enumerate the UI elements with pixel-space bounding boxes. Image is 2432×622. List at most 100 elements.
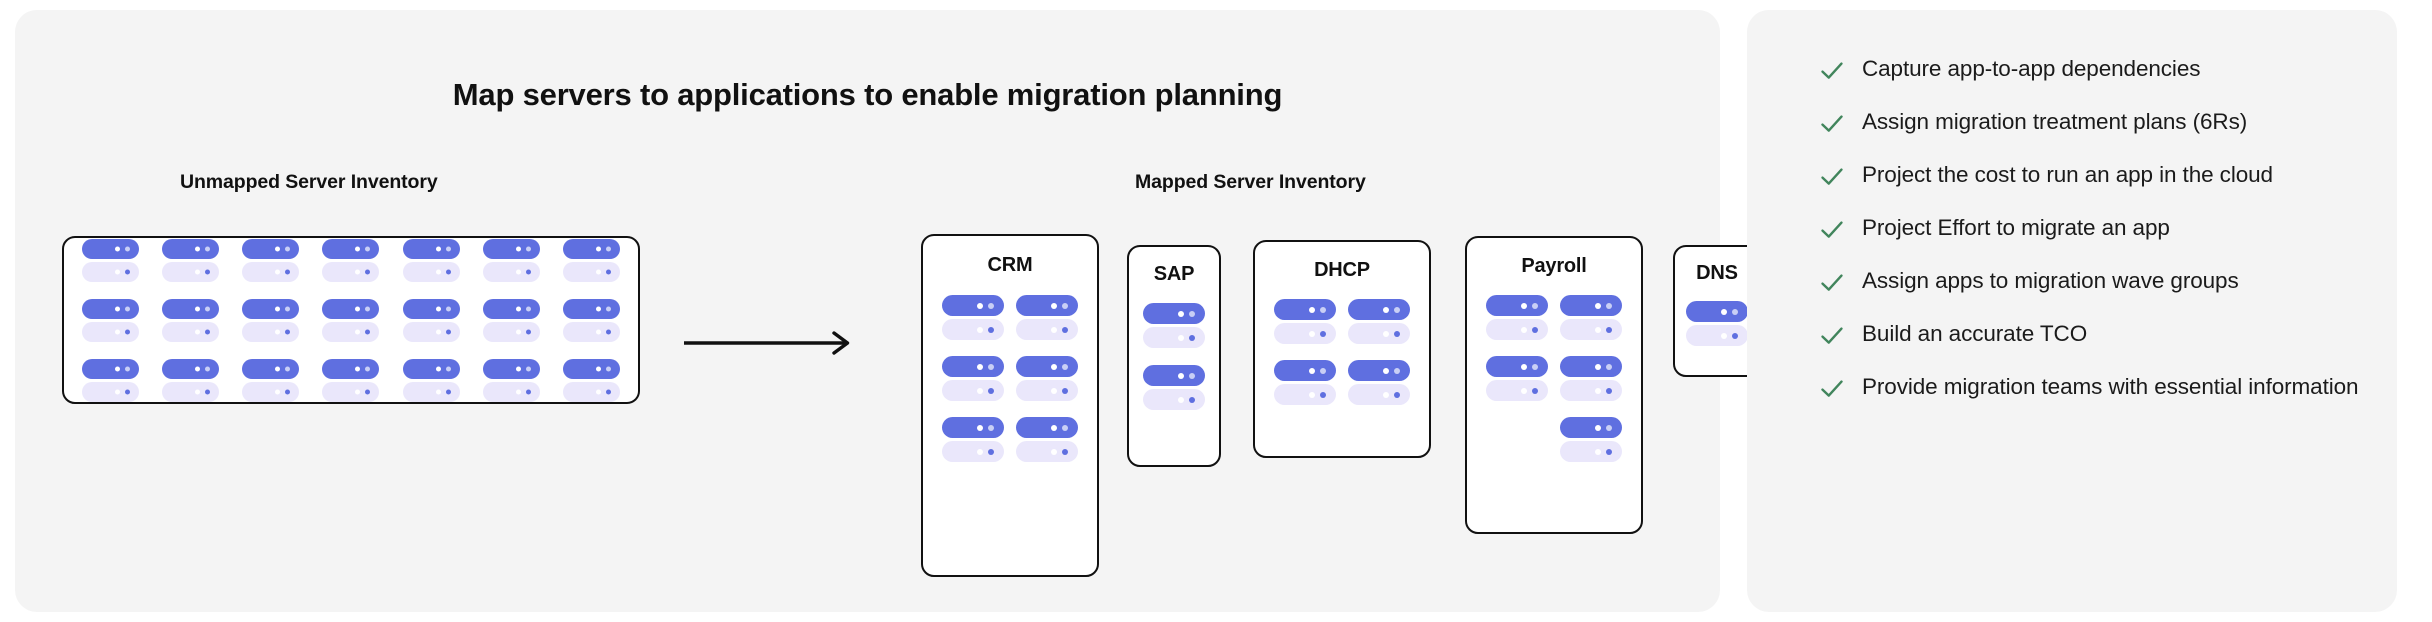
- app-card-dhcp[interactable]: DHCP: [1253, 240, 1431, 458]
- server-bar-secondary: [1143, 389, 1205, 410]
- server-bar-primary: [942, 295, 1004, 316]
- server-icon: [1143, 365, 1205, 410]
- server-bar-primary: [1560, 295, 1622, 316]
- server-bar-secondary: [322, 321, 380, 342]
- app-server-row: [1143, 303, 1205, 348]
- server-icon: [402, 298, 460, 342]
- page-title: Map servers to applications to enable mi…: [452, 76, 1283, 112]
- server-bar-primary: [1143, 303, 1205, 324]
- unmapped-server-row: [82, 358, 620, 402]
- checklist-item-label: Assign apps to migration wave groups: [1862, 267, 2239, 293]
- unmapped-server-inventory-box: [62, 236, 640, 404]
- server-icon: [1143, 303, 1205, 348]
- server-bar-primary: [562, 358, 620, 379]
- server-icon: [322, 238, 380, 282]
- app-card-title: SAP: [1153, 263, 1195, 285]
- server-bar-primary: [1486, 295, 1548, 316]
- mapped-inventory-label: Mapped Server Inventory: [1135, 171, 1366, 193]
- server-bar-secondary: [562, 321, 620, 342]
- server-icon: [1486, 295, 1548, 340]
- server-bar-primary: [82, 298, 139, 319]
- server-icon: [1560, 417, 1622, 462]
- check-icon: [1819, 58, 1845, 84]
- server-icon: [1274, 360, 1336, 405]
- server-bar-secondary: [482, 321, 540, 342]
- server-bar-primary: [1348, 299, 1410, 320]
- checklist-item: Assign apps to migration wave groups: [1819, 265, 2363, 297]
- server-icon: [1348, 360, 1410, 405]
- checklist-item-label: Assign migration treatment plans (6Rs): [1862, 108, 2248, 134]
- server-bar-secondary: [1016, 380, 1078, 401]
- checklist-item: Project the cost to run an app in the cl…: [1819, 159, 2363, 191]
- server-bar-primary: [322, 298, 380, 319]
- server-bar-secondary: [562, 261, 620, 282]
- server-icon: [402, 238, 460, 282]
- app-card-payroll[interactable]: Payroll: [1465, 236, 1643, 534]
- screenshot-root: Map servers to applications to enable mi…: [0, 0, 2432, 622]
- server-bar-secondary: [242, 261, 300, 282]
- app-card-servers: [942, 295, 1078, 462]
- server-icon: [1560, 295, 1622, 340]
- server-bar-primary: [482, 238, 540, 259]
- server-bar-primary: [1016, 356, 1078, 377]
- app-server-row: [942, 356, 1078, 401]
- server-bar-secondary: [1560, 380, 1622, 401]
- server-bar-secondary: [482, 261, 540, 282]
- server-icon: [942, 417, 1004, 462]
- server-bar-primary: [402, 358, 460, 379]
- app-server-row: [942, 295, 1078, 340]
- server-icon: [562, 238, 620, 282]
- server-icon: [82, 238, 139, 282]
- server-bar-primary: [482, 298, 540, 319]
- server-icon: [162, 358, 220, 402]
- app-card-sap[interactable]: SAP: [1127, 245, 1221, 467]
- server-bar-secondary: [1016, 319, 1078, 340]
- server-icon: [1348, 299, 1410, 344]
- server-bar-secondary: [1486, 319, 1548, 340]
- server-bar-secondary: [942, 380, 1004, 401]
- server-icon: [942, 295, 1004, 340]
- server-bar-primary: [562, 298, 620, 319]
- server-icon: [402, 358, 460, 402]
- server-bar-primary: [402, 298, 460, 319]
- app-server-row: [1274, 360, 1410, 405]
- app-card-title: DHCP: [1314, 259, 1370, 281]
- server-bar-secondary: [1348, 323, 1410, 344]
- server-bar-secondary: [322, 261, 380, 282]
- server-icon: [242, 238, 300, 282]
- server-icon: [942, 356, 1004, 401]
- server-bar-primary: [1560, 356, 1622, 377]
- server-icon: [562, 298, 620, 342]
- server-bar-secondary: [1016, 441, 1078, 462]
- server-bar-secondary: [942, 441, 1004, 462]
- server-bar-secondary: [402, 381, 460, 402]
- server-icon: [482, 238, 540, 282]
- check-icon: [1819, 217, 1845, 243]
- app-server-row: [1686, 301, 1748, 346]
- server-bar-secondary: [1274, 323, 1336, 344]
- server-bar-secondary: [82, 381, 139, 402]
- server-bar-secondary: [482, 381, 540, 402]
- checklist-item-label: Project Effort to migrate an app: [1862, 214, 2170, 240]
- server-icon: [162, 238, 220, 282]
- server-bar-primary: [162, 298, 220, 319]
- server-icon: [1016, 417, 1078, 462]
- server-bar-primary: [1016, 417, 1078, 438]
- server-bar-primary: [1486, 356, 1548, 377]
- server-bar-secondary: [1486, 380, 1548, 401]
- unmapped-server-row: [82, 298, 620, 342]
- check-icon: [1819, 270, 1845, 296]
- app-card-crm[interactable]: CRM: [921, 234, 1099, 577]
- server-bar-primary: [162, 238, 220, 259]
- server-icon: [322, 358, 380, 402]
- server-icon: [562, 358, 620, 402]
- server-bar-secondary: [1560, 441, 1622, 462]
- server-bar-secondary: [242, 381, 300, 402]
- server-bar-primary: [82, 238, 139, 259]
- server-bar-primary: [1348, 360, 1410, 381]
- checklist-panel: Capture app-to-app dependencies Assign mi…: [1747, 10, 2397, 612]
- unmapped-inventory-label: Unmapped Server Inventory: [180, 171, 438, 193]
- server-bar-secondary: [1274, 384, 1336, 405]
- server-icon: [482, 298, 540, 342]
- check-icon: [1819, 111, 1845, 137]
